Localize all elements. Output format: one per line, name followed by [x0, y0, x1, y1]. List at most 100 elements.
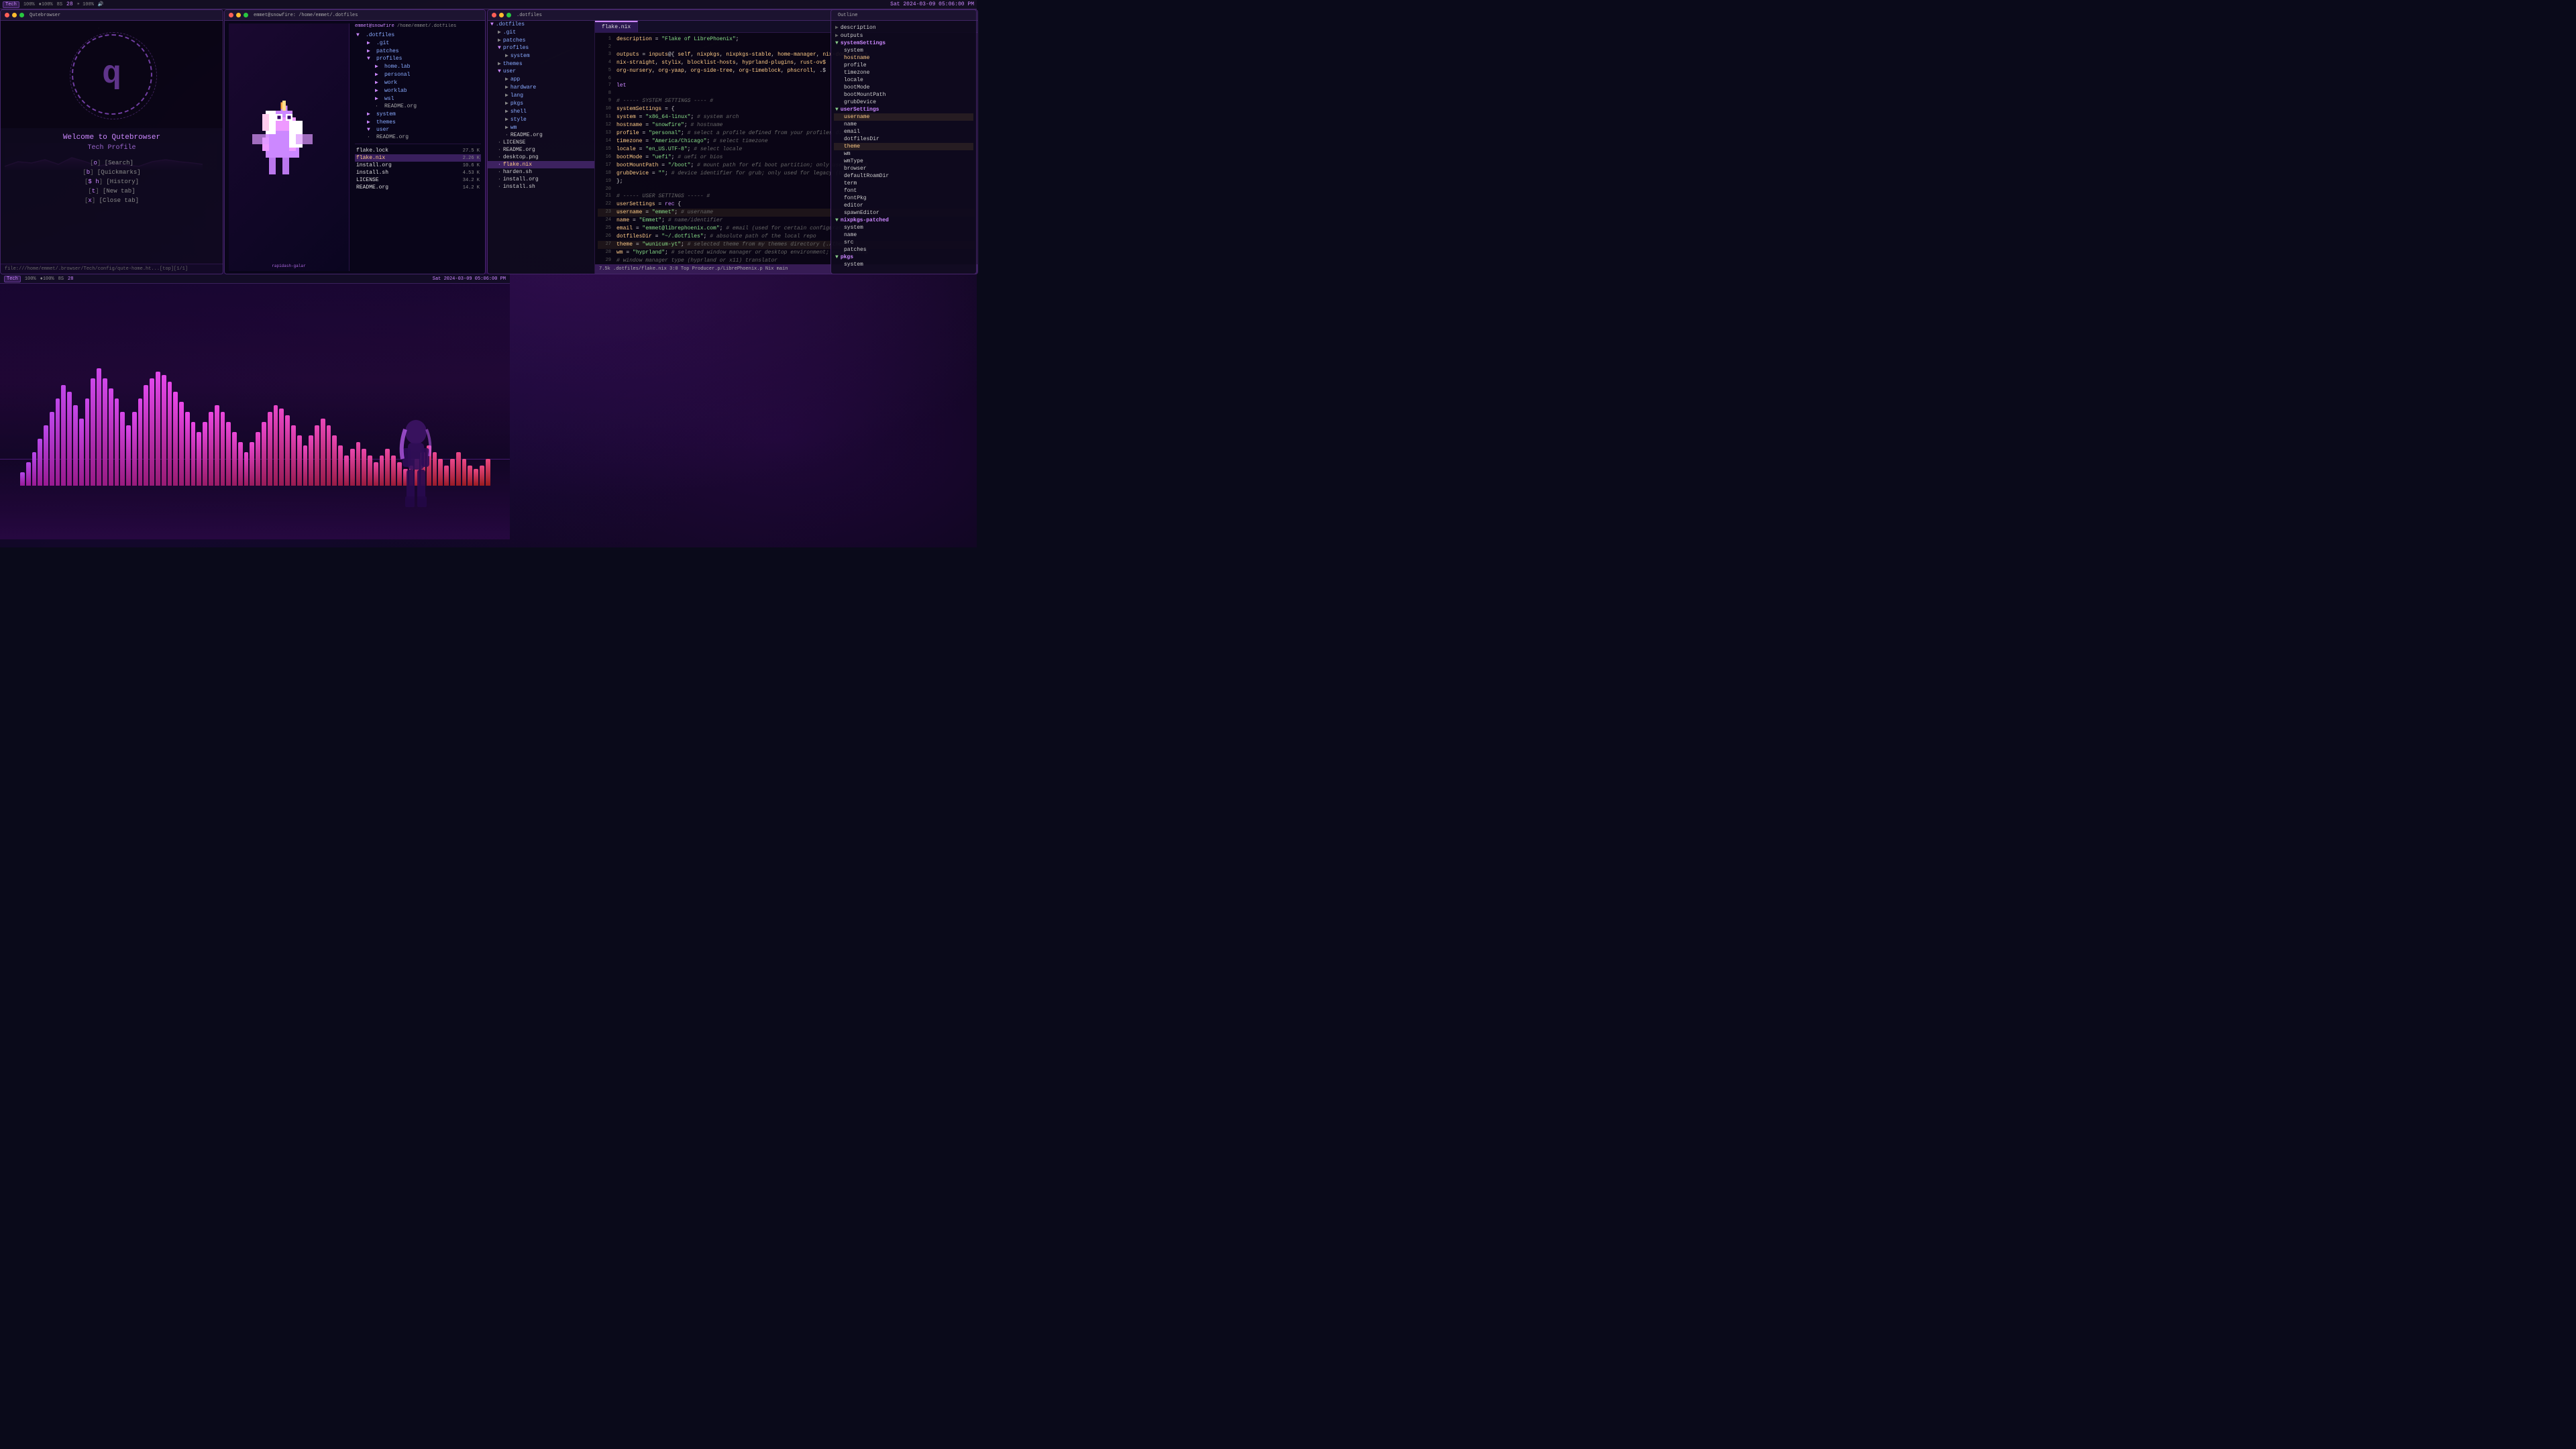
tree-item-lang[interactable]: ▶ lang: [488, 91, 594, 99]
close-icon[interactable]: [229, 13, 233, 17]
outline-term[interactable]: term: [834, 180, 973, 187]
outline-content[interactable]: ▶ description ▶ outputs ▼ systemSettings…: [831, 21, 976, 274]
outline-label: dotfilesDir: [844, 136, 879, 142]
tree-item-profiles[interactable]: ▼ profiles: [488, 44, 594, 52]
tree-item-shell[interactable]: ▶ shell: [488, 107, 594, 115]
file-entry-readme-profiles[interactable]: · README.org: [355, 103, 481, 110]
maximize-icon[interactable]: [244, 13, 248, 17]
tree-item-readme2[interactable]: · README.org: [488, 146, 594, 154]
outline-email[interactable]: email: [834, 128, 973, 136]
outline-name[interactable]: name: [834, 121, 973, 128]
file-entry-installog[interactable]: install.org 10.6 K: [355, 162, 481, 169]
qute-menu-closetab[interactable]: [x] [Close tab]: [14, 196, 209, 205]
maximize-icon[interactable]: [506, 13, 511, 17]
tree-item-wm[interactable]: ▶ wm: [488, 123, 594, 131]
file-entry-wsl[interactable]: ▶ wsl: [355, 95, 481, 103]
tree-item-desktoppng[interactable]: · desktop.png: [488, 154, 594, 161]
tree-item-user[interactable]: ▼ user: [488, 68, 594, 75]
outline-usersettings[interactable]: ▼ userSettings: [834, 106, 973, 113]
outline-dotfilesdir[interactable]: dotfilesDir: [834, 136, 973, 143]
close-icon[interactable]: [5, 13, 9, 17]
outline-pkgs[interactable]: ▼ pkgs: [834, 254, 973, 261]
folder-icon: ▼: [367, 56, 374, 62]
file-entry-work[interactable]: ▶ work: [355, 78, 481, 87]
outline-description[interactable]: ▶ description: [834, 23, 973, 32]
outline-name2[interactable]: name: [834, 231, 973, 239]
outline-font[interactable]: font: [834, 187, 973, 195]
outline-timezone[interactable]: timezone: [834, 69, 973, 76]
outline-bootmountpath[interactable]: bootMountPath: [834, 91, 973, 99]
file-entry-worklab[interactable]: ▶ worklab: [355, 87, 481, 95]
outline-patches2[interactable]: patches: [834, 246, 973, 254]
outline-locale[interactable]: locale: [834, 76, 973, 84]
tree-item-system[interactable]: ▶ system: [488, 52, 594, 60]
tree-item-flakenix[interactable]: · flake.nix: [488, 161, 594, 168]
file-entry-flakenix[interactable]: flake.nix 2.26 K: [355, 154, 481, 162]
qute-menu-newtab[interactable]: [t] [New tab]: [14, 186, 209, 196]
outline-system[interactable]: system: [834, 47, 973, 54]
outline-defaultroamdir[interactable]: defaultRoamDir: [834, 172, 973, 180]
expand-icon: ▼: [835, 107, 839, 113]
outline-bootmode[interactable]: bootMode: [834, 84, 973, 91]
file-entry-profiles[interactable]: ▼ profiles: [355, 55, 481, 62]
qute-menu-search[interactable]: [o] [Search]: [14, 158, 209, 168]
file-entry-personal[interactable]: ▶ personal: [355, 70, 481, 78]
outline-profile[interactable]: profile: [834, 62, 973, 69]
maximize-icon[interactable]: [19, 13, 24, 17]
file-entry-license[interactable]: LICENSE 34.2 K: [355, 176, 481, 184]
outline-system3[interactable]: system: [834, 261, 973, 268]
tree-item-license[interactable]: · LICENSE: [488, 139, 594, 146]
qute-menu-quickmarks[interactable]: [b] [Quickmarks]: [14, 168, 209, 177]
minimize-icon[interactable]: [499, 13, 504, 17]
tree-item-git[interactable]: ▶ .git: [488, 28, 594, 36]
viz-bar-11: [85, 398, 90, 486]
outline-spawneditor[interactable]: spawnEditor: [834, 209, 973, 217]
minimize-icon[interactable]: [236, 13, 241, 17]
outline-hostname[interactable]: hostname: [834, 54, 973, 62]
tree-item-pkgs[interactable]: ▶ pkgs: [488, 99, 594, 107]
outline-nixpkgspatched[interactable]: ▼ nixpkgs-patched: [834, 217, 973, 224]
file-entry-system[interactable]: ▶ system: [355, 110, 481, 118]
file-entry-readme-main[interactable]: · README.org: [355, 133, 481, 141]
tree-item-hardware[interactable]: ▶ hardware: [488, 83, 594, 91]
file-entry-themes[interactable]: ▶ themes: [355, 118, 481, 126]
outline-editor[interactable]: editor: [834, 202, 973, 209]
file-entry-user[interactable]: ▼ user: [355, 126, 481, 133]
tree-item-app[interactable]: ▶ app: [488, 75, 594, 83]
qute-menu-history[interactable]: [$ h] [History]: [14, 177, 209, 186]
file-entry-readme[interactable]: README.org 14.2 K: [355, 184, 481, 191]
tree-item-patches[interactable]: ▶ patches: [488, 36, 594, 44]
outline-browser[interactable]: browser: [834, 165, 973, 172]
file-entry-installsh[interactable]: install.sh 4.53 K: [355, 169, 481, 176]
file-entry-homelab[interactable]: ▶ home.lab: [355, 62, 481, 70]
tree-item-dotfiles[interactable]: ▼ .dotfiles: [488, 21, 594, 28]
outline-system2[interactable]: system: [834, 224, 973, 231]
outline-label: outputs: [841, 33, 863, 39]
outline-systemsettings[interactable]: ▼ systemSettings: [834, 40, 973, 47]
folder-icon: ▶: [375, 79, 382, 86]
tab-flakenix[interactable]: flake.nix: [595, 21, 638, 32]
tree-item-hardensh[interactable]: · harden.sh: [488, 168, 594, 176]
qute-welcome-title: Welcome to Qutebrowser: [6, 133, 217, 142]
outline-username[interactable]: username: [834, 113, 973, 121]
tree-item-style[interactable]: ▶ style: [488, 115, 594, 123]
outline-grubdevice[interactable]: grubDevice: [834, 99, 973, 106]
outline-theme[interactable]: theme: [834, 143, 973, 150]
editor-sidebar[interactable]: ▼ .dotfiles ▶ .git ▶ patches ▼ profiles: [488, 21, 595, 274]
outline-outputs[interactable]: ▶ outputs: [834, 32, 973, 40]
close-icon[interactable]: [492, 13, 496, 17]
tree-item-readme-org[interactable]: · README.org: [488, 131, 594, 139]
file-entry-patches[interactable]: ▶ patches: [355, 47, 481, 55]
viz-bar-44: [279, 409, 284, 486]
tree-item-installsh[interactable]: · install.sh: [488, 183, 594, 191]
outline-fontpkg[interactable]: fontPkg: [834, 195, 973, 202]
file-entry-dotfiles[interactable]: ▼ .dotfiles: [355, 32, 481, 39]
file-entry-flakelock[interactable]: flake.lock 27.5 K: [355, 147, 481, 154]
outline-src[interactable]: src: [834, 239, 973, 246]
tree-item-themes[interactable]: ▶ themes: [488, 60, 594, 68]
minimize-icon[interactable]: [12, 13, 17, 17]
file-entry-git[interactable]: ▶ .git: [355, 39, 481, 47]
tree-item-installorg[interactable]: · install.org: [488, 176, 594, 183]
outline-wm[interactable]: wm: [834, 150, 973, 158]
outline-wmtype[interactable]: wmType: [834, 158, 973, 165]
